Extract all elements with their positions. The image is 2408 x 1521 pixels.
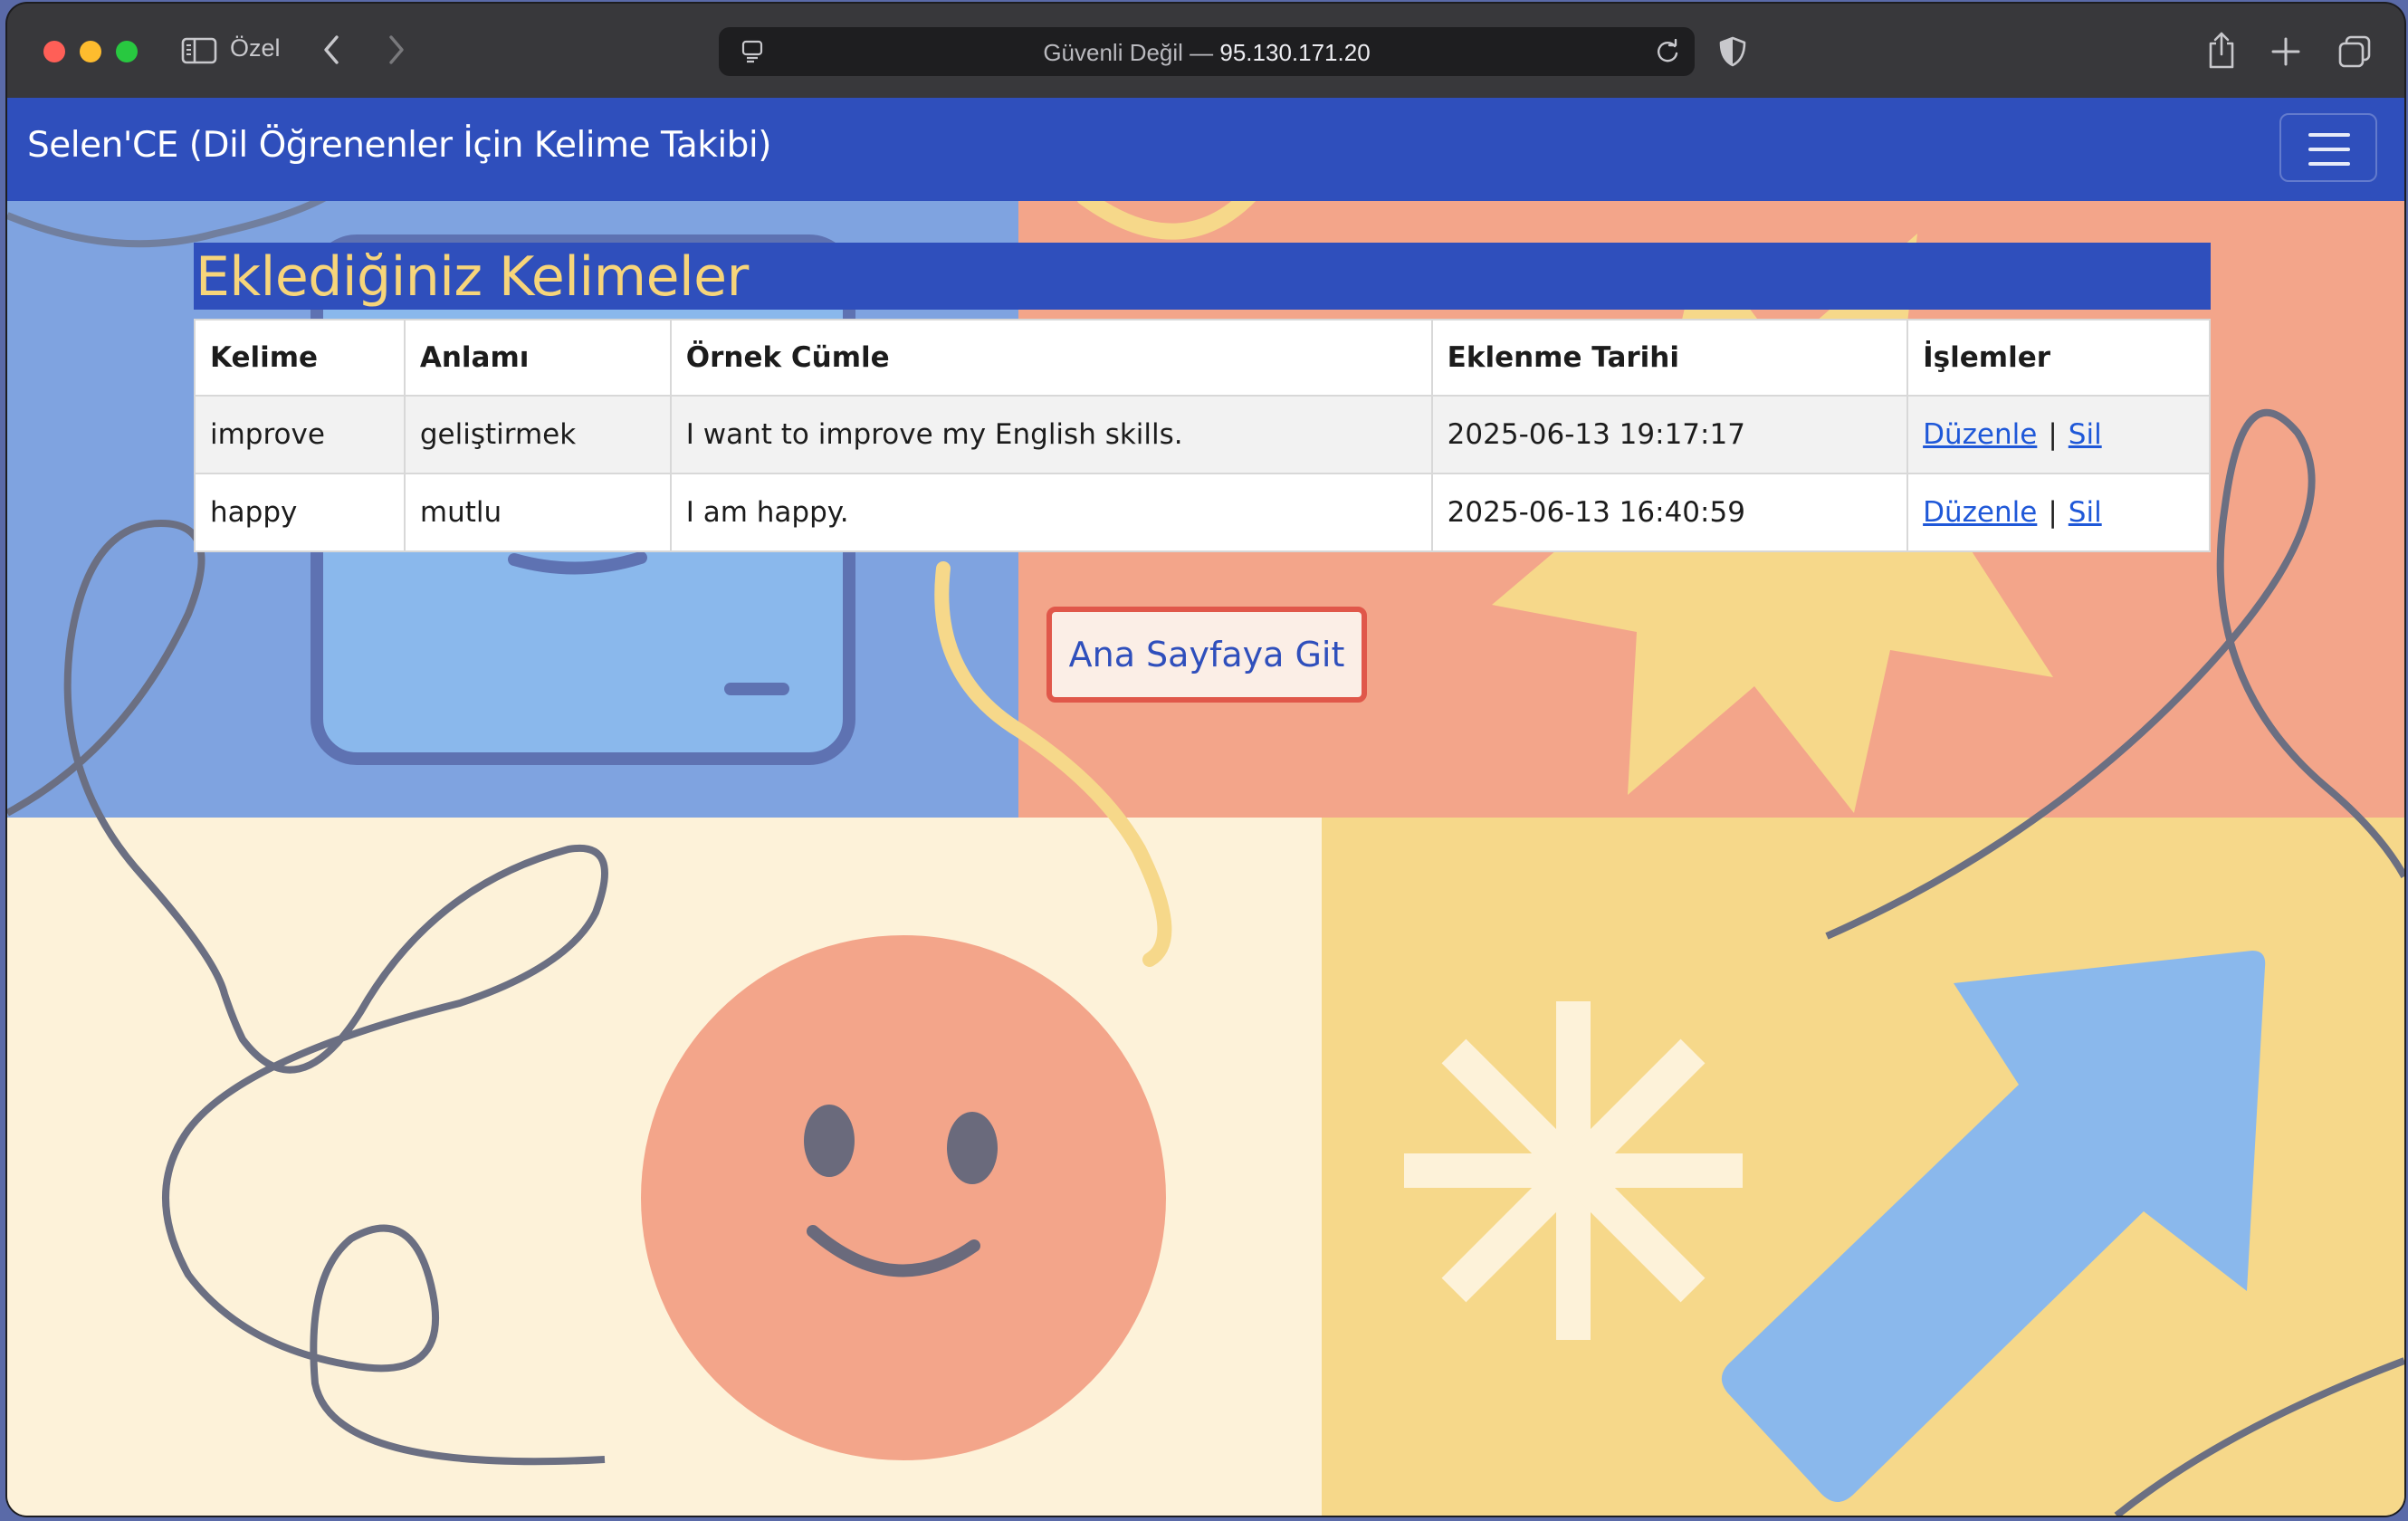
delete-link[interactable]: Sil: [2069, 496, 2102, 529]
menu-toggle-button[interactable]: [2279, 113, 2377, 182]
table-row: happy mutlu I am happy. 2025-06-13 16:40…: [194, 473, 2211, 552]
page-title: Eklediğiniz Kelimeler: [194, 243, 2211, 310]
actions-cell: Düzenle | Sil: [1906, 395, 2211, 474]
date-cell: 2025-06-13 16:40:59: [1430, 473, 1909, 552]
zoom-window-button[interactable]: [116, 41, 138, 62]
private-mode-label: Özel: [230, 34, 281, 62]
tab-overview-icon[interactable]: [2337, 34, 2372, 69]
word-cell: happy: [194, 473, 406, 552]
browser-window: Özel Güvenli Değil — 95.130.171.20 Selen…: [7, 4, 2404, 1516]
column-header-actions: İşlemler: [1906, 319, 2211, 397]
column-header-word: Kelime: [194, 319, 406, 397]
address-security-label: Güvenli Değil —: [1043, 39, 1220, 66]
menu-icon: [2308, 133, 2350, 137]
delete-link[interactable]: Sil: [2069, 418, 2102, 451]
words-table: Kelime Anlamı Örnek Cümle Eklenme Tarihi…: [194, 319, 2211, 552]
action-separator: |: [2048, 496, 2058, 529]
reload-icon[interactable]: [1655, 39, 1680, 64]
minimize-window-button[interactable]: [80, 41, 101, 62]
actions-cell: Düzenle | Sil: [1906, 473, 2211, 552]
navbar: Selen'CE (Dil Öğrenenler İçin Kelime Tak…: [7, 98, 2404, 201]
brand-title[interactable]: Selen'CE (Dil Öğrenenler İçin Kelime Tak…: [27, 125, 771, 166]
main-content: Eklediğiniz Kelimeler Kelime Anlamı Örne…: [194, 243, 2211, 552]
share-icon[interactable]: [2205, 31, 2238, 69]
meaning-cell: mutlu: [403, 473, 672, 552]
column-header-meaning: Anlamı: [403, 319, 672, 397]
browser-toolbar: Özel Güvenli Değil — 95.130.171.20: [7, 4, 2404, 98]
example-cell: I am happy.: [669, 473, 1433, 552]
privacy-shield-icon[interactable]: [1718, 36, 1747, 67]
meaning-cell: geliştirmek: [403, 395, 672, 474]
sidebar-toggle-icon[interactable]: [181, 37, 217, 64]
menu-icon: [2308, 162, 2350, 166]
edit-link[interactable]: Düzenle: [1923, 496, 2037, 529]
edit-link[interactable]: Düzenle: [1923, 418, 2037, 451]
new-tab-icon[interactable]: [2270, 36, 2301, 67]
column-header-date: Eklenme Tarihi: [1430, 319, 1909, 397]
table-row: improve geliştirmek I want to improve my…: [194, 395, 2211, 474]
date-cell: 2025-06-13 19:17:17: [1430, 395, 1909, 474]
web-page: Selen'CE (Dil Öğrenenler İçin Kelime Tak…: [7, 98, 2404, 1516]
address-bar[interactable]: Güvenli Değil — 95.130.171.20: [719, 27, 1695, 76]
word-cell: improve: [194, 395, 406, 474]
close-window-button[interactable]: [43, 41, 65, 62]
menu-icon: [2308, 148, 2350, 151]
chevron-right-icon[interactable]: [382, 33, 409, 66]
example-cell: I want to improve my English skills.: [669, 395, 1433, 474]
chevron-left-icon[interactable]: [319, 33, 346, 66]
address-text: Güvenli Değil — 95.130.171.20: [719, 39, 1695, 67]
table-header-row: Kelime Anlamı Örnek Cümle Eklenme Tarihi…: [194, 319, 2211, 397]
action-separator: |: [2048, 418, 2058, 451]
address-host: 95.130.171.20: [1219, 39, 1371, 66]
column-header-example: Örnek Cümle: [669, 319, 1433, 397]
home-button[interactable]: Ana Sayfaya Git: [1046, 607, 1367, 703]
